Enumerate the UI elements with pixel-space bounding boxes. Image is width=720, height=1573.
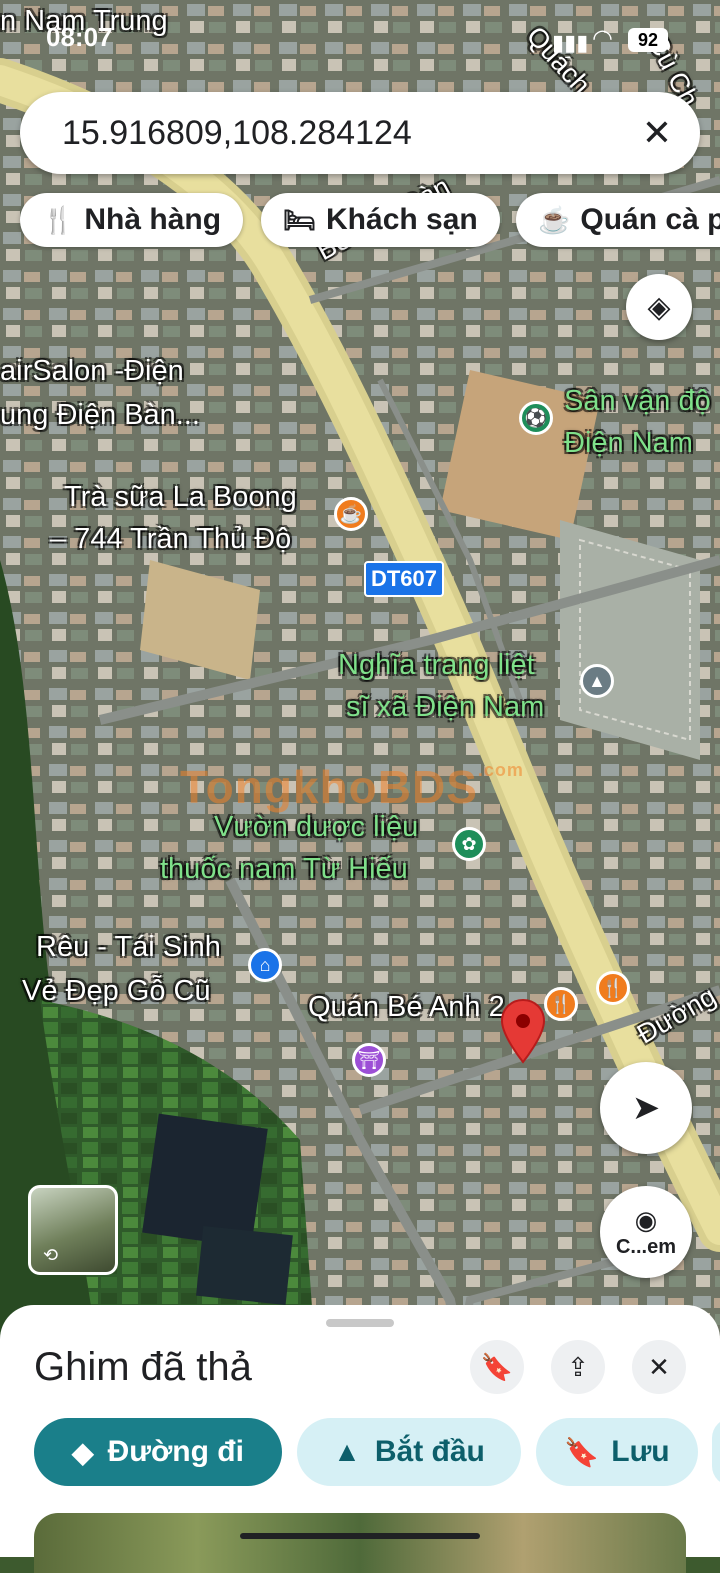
navigation-arrow-icon: ➤ xyxy=(631,1089,661,1127)
temple-icon[interactable]: ⛩ xyxy=(352,1043,386,1077)
map-place-label: sĩ xã Điện Nam xyxy=(346,691,545,723)
road-shield-dt607: DT607 xyxy=(364,561,444,597)
fork-knife-icon: 🍴 xyxy=(42,204,75,235)
directions-label: Đường đi xyxy=(107,1435,244,1468)
save-label: Lưu xyxy=(611,1435,670,1468)
signal-icon: ▮▮▮ xyxy=(552,30,589,55)
map-place-label: Vườn dược liệu xyxy=(214,811,419,843)
close-sheet-button[interactable]: ✕ xyxy=(632,1340,686,1394)
map-place-label: Vẻ Đẹp Gỗ Cũ xyxy=(22,975,211,1007)
chip-restaurants[interactable]: 🍴 Nhà hàng xyxy=(20,193,244,247)
camera-button-label: C...em xyxy=(615,1236,677,1258)
battery-indicator: 92 xyxy=(628,28,668,52)
close-icon[interactable]: ✕ xyxy=(642,112,672,154)
watermark-logo: TongkhoBDS.com xyxy=(180,760,524,813)
garden-icon[interactable]: ✿ xyxy=(452,827,486,861)
map-place-label: Điện Nam xyxy=(564,427,693,459)
my-location-button[interactable]: ➤ xyxy=(600,1062,692,1154)
map-place-label: Rêu - Tái Sinh xyxy=(36,931,221,963)
drag-handle[interactable] xyxy=(326,1319,394,1327)
wifi-icon: ◠ xyxy=(592,25,613,52)
share-icon: ⇪ xyxy=(567,1351,589,1382)
map-place-label: – 744 Trần Thủ Độ xyxy=(50,523,292,555)
coffee-cup-icon[interactable]: ☕ xyxy=(334,497,368,531)
place-photo[interactable] xyxy=(34,1513,686,1573)
restaurant-icon[interactable]: 🍴 xyxy=(544,987,578,1021)
camera-icon: ◉ xyxy=(634,1205,658,1235)
more-actions-pill-edge[interactable] xyxy=(712,1418,720,1486)
stadium-icon[interactable]: ⚽ xyxy=(519,401,553,435)
rotate-360-icon: ⟲ xyxy=(43,1245,59,1265)
bookmark-icon: 🔖 xyxy=(564,1436,600,1468)
status-time: 08:07 xyxy=(46,22,113,52)
map-place-label: Nghĩa trang liệt xyxy=(338,649,535,681)
layers-icon: ◈ xyxy=(647,290,671,324)
cemetery-icon[interactable]: ▲ xyxy=(580,664,614,698)
map-place-label: Trà sữa La Boong xyxy=(64,481,297,513)
save-bookmark-button[interactable]: 🔖 xyxy=(470,1340,524,1394)
bookmark-icon: 🔖 xyxy=(480,1351,514,1382)
navigation-arrow-icon: ▲ xyxy=(333,1436,361,1467)
layers-button[interactable]: ◈ xyxy=(626,274,692,340)
camera-button[interactable]: ◉ C...em xyxy=(600,1186,692,1278)
search-bar[interactable]: 15.916809,108.284124 ✕ xyxy=(20,92,700,174)
map-place-label: ung Điện Bàn... xyxy=(0,399,200,431)
chip-label: Nhà hàng xyxy=(84,203,222,236)
home-indicator[interactable] xyxy=(240,1533,480,1539)
map-place-label: airSalon -Điện xyxy=(0,355,184,387)
start-label: Bắt đầu xyxy=(374,1435,485,1468)
place-title: Ghim đã thả xyxy=(34,1345,252,1389)
shopping-bag-icon[interactable]: ⌂ xyxy=(248,948,282,982)
close-icon: ✕ xyxy=(648,1351,670,1382)
start-navigation-button[interactable]: ▲ Bắt đầu xyxy=(297,1418,521,1486)
place-bottom-sheet[interactable]: Ghim đã thả 🔖 ⇪ ✕ ◆ Đường đi ▲ Bắt đầu 🔖… xyxy=(0,1305,720,1573)
map-place-label: thuốc nam Từ Hiếu xyxy=(160,853,408,885)
bed-icon: 🛏 xyxy=(283,204,317,235)
street-view-thumbnail[interactable]: ⟲ xyxy=(28,1185,118,1275)
directions-button[interactable]: ◆ Đường đi xyxy=(34,1418,282,1486)
chip-hotels[interactable]: 🛏 Khách sạn xyxy=(261,193,500,247)
map-place-label: Quán Bé Anh 2 xyxy=(308,991,505,1023)
dropped-pin-icon[interactable] xyxy=(500,998,546,1064)
chip-label: Khách sạn xyxy=(326,203,478,236)
save-button[interactable]: 🔖 Lưu xyxy=(536,1418,698,1486)
chip-label: Quán cà p xyxy=(580,203,720,236)
coffee-cup-icon: ☕ xyxy=(538,204,571,235)
share-button[interactable]: ⇪ xyxy=(551,1340,605,1394)
restaurant-icon[interactable]: 🍴 xyxy=(596,971,630,1005)
search-query[interactable]: 15.916809,108.284124 xyxy=(62,114,412,153)
directions-icon: ◆ xyxy=(72,1436,94,1468)
chip-coffee[interactable]: ☕ Quán cà p xyxy=(516,193,720,247)
map-place-label: Sân vận độ xyxy=(564,385,711,417)
